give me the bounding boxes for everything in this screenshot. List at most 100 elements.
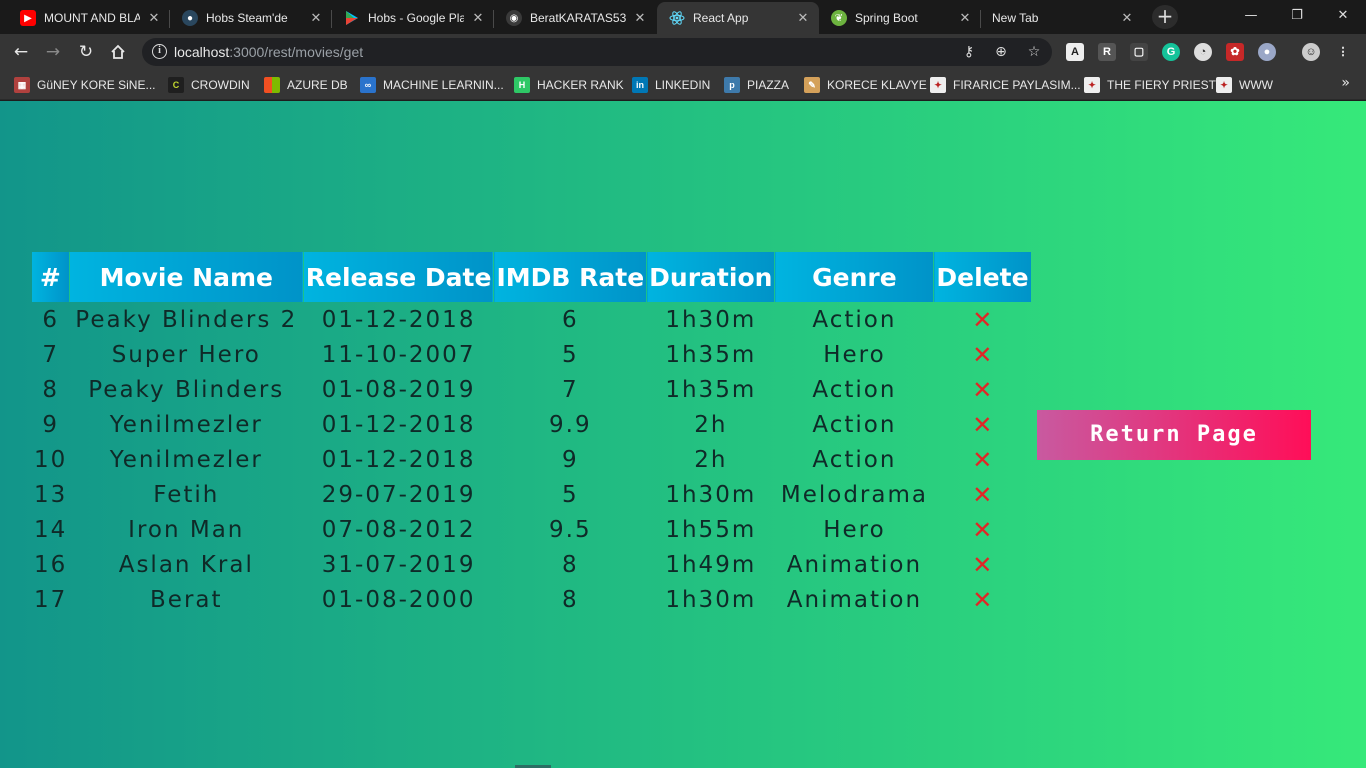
delete-icon[interactable]: ✕ <box>934 337 1031 372</box>
browser-tab[interactable]: ● Hobs Steam'de ✕ <box>170 2 332 34</box>
close-tab-icon[interactable]: ✕ <box>1119 10 1135 26</box>
site-info-icon[interactable]: i <box>152 44 167 59</box>
tab-strip: ▶ MOUNT AND BLA ✕ ● Hobs Steam'de ✕ Hobs… <box>0 0 1366 34</box>
github-icon: ◉ <box>506 10 522 26</box>
bookmark-item[interactable]: C CROWDIN <box>168 76 250 94</box>
crowdin-icon: C <box>168 77 184 93</box>
browser-tab-active[interactable]: React App ✕ <box>657 2 819 34</box>
profile-avatar-icon[interactable]: ☺ <box>1302 43 1320 61</box>
table-row: 14 Iron Man 07-08-2012 9.5 1h55m Hero ✕ <box>32 512 1031 547</box>
tab-title: New Tab <box>992 11 1039 25</box>
browser-tab[interactable]: ▶ MOUNT AND BLA ✕ <box>8 2 170 34</box>
menu-kebab-icon[interactable]: ⋮ <box>1334 43 1352 61</box>
youtube-icon: ▶ <box>20 10 36 26</box>
bookmarks-overflow-button[interactable]: » <box>1341 75 1350 91</box>
cell-id: 14 <box>34 516 68 543</box>
column-header-release: Release Date <box>303 252 495 302</box>
cell-id: 8 <box>42 376 59 403</box>
extension-badge-icon[interactable]: ▢ <box>1130 43 1148 61</box>
bookmark-star-icon[interactable]: ☆ <box>1025 43 1043 61</box>
bookmark-item[interactable]: H HACKER RANK <box>514 76 624 94</box>
cell-release-date: 01-08-2019 <box>321 376 476 403</box>
cell-duration: 1h49m <box>665 551 757 578</box>
column-header-genre: Genre <box>774 252 935 302</box>
piazza-icon: p <box>724 77 740 93</box>
spring-icon: ❦ <box>831 10 847 26</box>
delete-icon[interactable]: ✕ <box>934 512 1031 547</box>
cell-genre: Action <box>812 306 897 333</box>
delete-icon[interactable]: ✕ <box>934 477 1031 512</box>
delete-icon[interactable]: ✕ <box>934 582 1031 617</box>
bookmark-item[interactable]: ✦ WWW <box>1216 76 1273 94</box>
close-tab-icon[interactable]: ✕ <box>146 10 162 26</box>
column-header-id: # <box>32 252 70 302</box>
grammarly-icon[interactable]: G <box>1162 43 1180 61</box>
key-icon[interactable]: ⚷ <box>960 43 978 61</box>
anime-icon: ✦ <box>1084 77 1100 93</box>
delete-icon[interactable]: ✕ <box>934 442 1031 477</box>
cell-duration: 2h <box>694 411 728 438</box>
bookmark-item[interactable]: AZURE DB <box>264 76 348 94</box>
close-tab-icon[interactable]: ✕ <box>308 10 324 26</box>
browser-tab[interactable]: Hobs - Google Pla ✕ <box>332 2 494 34</box>
return-page-button[interactable]: Return Page <box>1037 410 1311 460</box>
cell-id: 6 <box>42 306 59 333</box>
bookmark-item[interactable]: ✦ FIRARICE PAYLASIM... <box>930 76 1081 94</box>
delete-icon[interactable]: ✕ <box>934 372 1031 407</box>
new-tab-button[interactable]: + <box>1152 5 1178 29</box>
cell-id: 13 <box>34 481 68 508</box>
delete-icon[interactable]: ✕ <box>934 547 1031 582</box>
cell-id: 7 <box>42 341 59 368</box>
restore-button[interactable]: ❐ <box>1274 0 1320 30</box>
close-tab-icon[interactable]: ✕ <box>470 10 486 26</box>
bookmark-item[interactable]: ∞ MACHINE LEARNIN... <box>360 76 504 94</box>
cell-movie-name: Yenilmezler <box>109 411 263 438</box>
close-tab-icon[interactable]: ✕ <box>957 10 973 26</box>
extension-red-icon[interactable]: ✿ <box>1226 43 1244 61</box>
reload-button[interactable]: ↻ <box>73 39 99 65</box>
browser-tab[interactable]: New Tab ✕ <box>981 2 1143 34</box>
cell-movie-name: Super Hero <box>111 341 261 368</box>
cell-genre: Action <box>812 446 897 473</box>
bookmark-item[interactable]: ✦ THE FIERY PRIEST <box>1084 76 1216 94</box>
address-bar[interactable]: i localhost:3000/rest/movies/get ⚷ ⊕ ☆ <box>142 38 1052 66</box>
zoom-icon[interactable]: ⊕ <box>992 43 1010 61</box>
bookmark-item[interactable]: ▦ GüNEY KORE SiNE... <box>14 76 155 94</box>
cell-duration: 1h35m <box>665 341 757 368</box>
minimize-button[interactable]: — <box>1228 0 1274 30</box>
bookmark-item[interactable]: ✎ KORECE KLAVYE <box>804 76 927 94</box>
forward-button[interactable]: → <box>40 39 66 65</box>
cell-duration: 2h <box>694 446 728 473</box>
browser-tab[interactable]: ❦ Spring Boot ✕ <box>819 2 981 34</box>
cell-release-date: 01-12-2018 <box>321 411 476 438</box>
react-icon <box>669 10 685 26</box>
extension-r-icon[interactable]: R <box>1098 43 1116 61</box>
extension-translate-icon[interactable]: A <box>1066 43 1084 61</box>
close-tab-icon[interactable]: ✕ <box>632 10 648 26</box>
column-header-name: Movie Name <box>69 252 304 302</box>
back-button[interactable]: ← <box>8 39 34 65</box>
delete-icon[interactable]: ✕ <box>934 407 1031 442</box>
cell-movie-name: Peaky Blinders <box>88 376 285 403</box>
extension-gauge-icon[interactable]: ◔ <box>1194 43 1212 61</box>
home-button[interactable] <box>105 39 131 65</box>
close-tab-icon[interactable]: ✕ <box>795 10 811 26</box>
cell-release-date: 01-08-2000 <box>321 586 476 613</box>
delete-icon[interactable]: ✕ <box>934 302 1031 337</box>
url-text: localhost:3000/rest/movies/get <box>174 44 364 60</box>
windows-icon <box>264 77 280 93</box>
table-row: 8 Peaky Blinders 01-08-2019 7 1h35m Action ✕ <box>32 372 1031 407</box>
cell-genre: Hero <box>823 341 886 368</box>
bookmark-item[interactable]: in LINKEDIN <box>632 76 710 94</box>
cell-imdb-rate: 5 <box>561 341 579 368</box>
browser-tab[interactable]: ◉ BeratKARATAS53/I ✕ <box>494 2 656 34</box>
cell-id: 10 <box>34 446 68 473</box>
extension-circle-icon[interactable]: ● <box>1258 43 1276 61</box>
cell-genre: Action <box>812 376 897 403</box>
film-icon: ▦ <box>14 77 30 93</box>
keyboard-icon: ✎ <box>804 77 820 93</box>
cell-genre: Animation <box>786 551 923 578</box>
bookmark-item[interactable]: p PIAZZA <box>724 76 789 94</box>
close-window-button[interactable]: ✕ <box>1320 0 1366 30</box>
column-header-duration: Duration <box>646 252 776 302</box>
